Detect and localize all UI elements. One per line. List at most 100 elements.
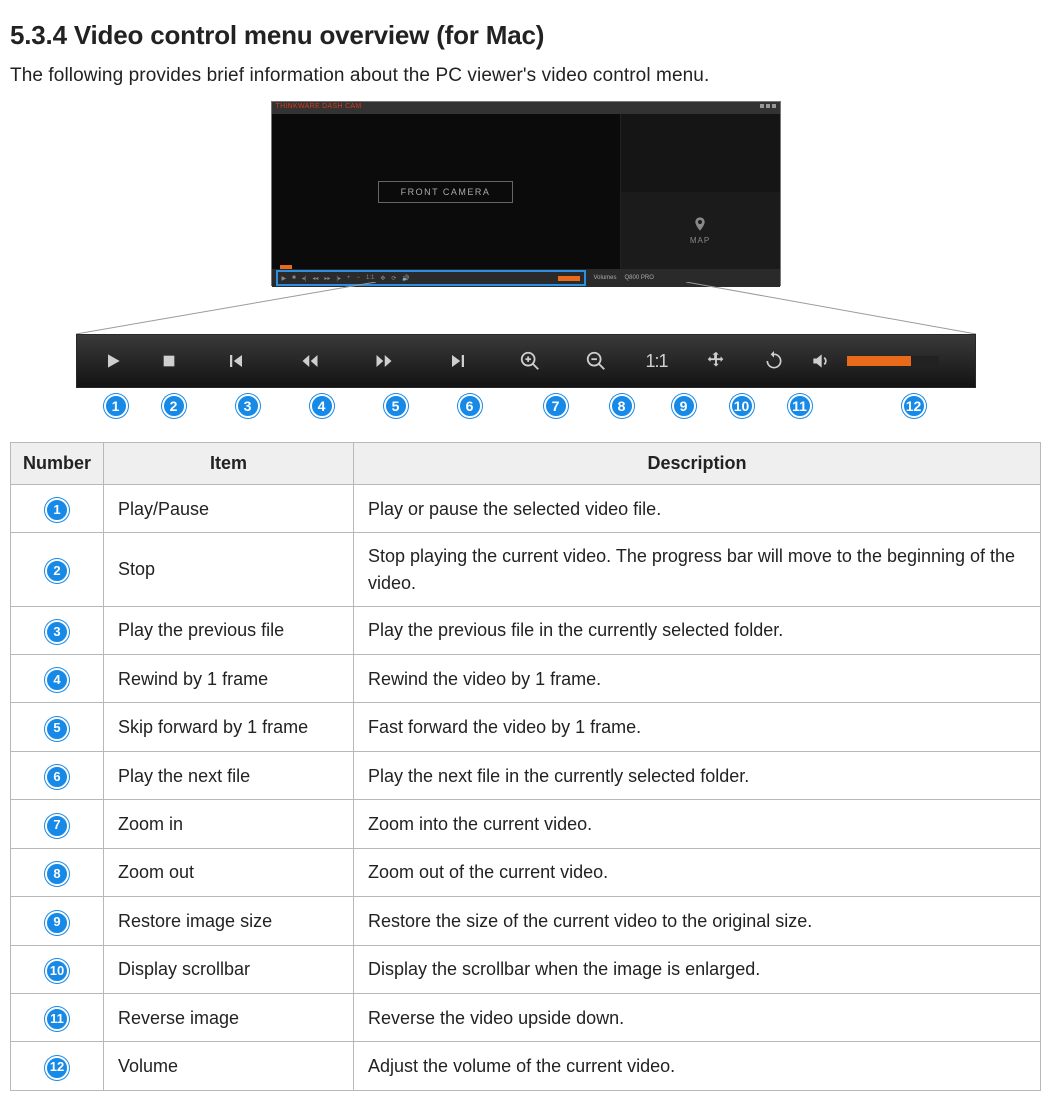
row-number: 4 xyxy=(11,655,104,703)
table-row: 7 Zoom inZoom into the current video. xyxy=(11,800,1041,848)
callout-badge: 10 xyxy=(730,394,754,418)
row-number: 3 xyxy=(11,606,104,654)
window-controls xyxy=(758,103,776,113)
row-item: Play the next file xyxy=(104,751,354,799)
row-description: Stop playing the current video. The prog… xyxy=(354,533,1041,606)
row-item: Rewind by 1 frame xyxy=(104,655,354,703)
map-label: MAP xyxy=(690,236,710,245)
table-row: 8 Zoom outZoom out of the current video. xyxy=(11,848,1041,896)
app-screenshot: THINKWARE DASH CAM FRONT CAMERA MAP ▶■◂|… xyxy=(271,101,781,286)
next-file-icon xyxy=(447,352,469,370)
number-badge: 4 xyxy=(45,668,69,692)
display-scrollbar-button[interactable] xyxy=(687,335,745,387)
callout-badge: 2 xyxy=(162,394,186,418)
number-badge: 8 xyxy=(45,862,69,886)
restore-size-button[interactable]: 1:1 xyxy=(627,335,687,387)
row-item: Volume xyxy=(104,1042,354,1090)
zoom-in-icon xyxy=(519,350,541,372)
row-description: Restore the size of the current video to… xyxy=(354,897,1041,945)
number-badge: 9 xyxy=(45,911,69,935)
number-badge: 2 xyxy=(45,559,69,583)
number-badge: 11 xyxy=(45,1007,69,1031)
play-pause-button[interactable] xyxy=(87,335,139,387)
row-description: Reverse the video upside down. xyxy=(354,993,1041,1041)
row-item: Zoom out xyxy=(104,848,354,896)
table-row: 6Play the next filePlay the next file in… xyxy=(11,751,1041,799)
row-description: Rewind the video by 1 frame. xyxy=(354,655,1041,703)
map-pin-icon xyxy=(692,216,708,232)
section-heading: 5.3.4 Video control menu overview (for M… xyxy=(10,20,1041,51)
fast-forward-icon xyxy=(372,352,396,370)
rewind-icon xyxy=(298,352,322,370)
speaker-icon xyxy=(810,351,830,371)
number-badge: 7 xyxy=(45,814,69,838)
row-item: Zoom in xyxy=(104,800,354,848)
col-item: Item xyxy=(104,443,354,485)
number-badge: 5 xyxy=(45,717,69,741)
device-label: Q800 PRO xyxy=(625,275,654,281)
callout-badge: 12 xyxy=(902,394,926,418)
row-item: Display scrollbar xyxy=(104,945,354,993)
table-row: 11Reverse imageReverse the video upside … xyxy=(11,993,1041,1041)
row-number: 6 xyxy=(11,751,104,799)
stop-button[interactable] xyxy=(139,335,199,387)
callout-badge: 1 xyxy=(104,394,128,418)
ratio-label: 1:1 xyxy=(645,351,667,372)
row-description: Play the next file in the currently sele… xyxy=(354,751,1041,799)
table-row: 2StopStop playing the current video. The… xyxy=(11,533,1041,606)
callout-badge: 4 xyxy=(310,394,334,418)
table-row: 1Play/PausePlay or pause the selected vi… xyxy=(11,485,1041,533)
intro-text: The following provides brief information… xyxy=(10,65,1041,87)
reverse-image-button[interactable] xyxy=(745,335,803,387)
next-file-button[interactable] xyxy=(421,335,495,387)
col-number: Number xyxy=(11,443,104,485)
table-row: 12VolumeAdjust the volume of the current… xyxy=(11,1042,1041,1090)
stop-icon xyxy=(161,353,177,369)
number-badge: 3 xyxy=(45,620,69,644)
row-item: Skip forward by 1 frame xyxy=(104,703,354,751)
row-description: Play or pause the selected video file. xyxy=(354,485,1041,533)
callout-badge: 3 xyxy=(236,394,260,418)
number-badge: 10 xyxy=(45,959,69,983)
callout-badge: 7 xyxy=(544,394,568,418)
callout-badge: 5 xyxy=(384,394,408,418)
forward-frame-button[interactable] xyxy=(347,335,421,387)
row-description: Zoom into the current video. xyxy=(354,800,1041,848)
rewind-frame-button[interactable] xyxy=(273,335,347,387)
col-description: Description xyxy=(354,443,1041,485)
callout-badge: 6 xyxy=(458,394,482,418)
callout-badge: 8 xyxy=(610,394,634,418)
move-arrows-icon xyxy=(705,350,727,372)
main-video-panel: FRONT CAMERA xyxy=(272,114,620,269)
app-brand: THINKWARE DASH CAM xyxy=(276,103,362,113)
row-number: 7 xyxy=(11,800,104,848)
front-camera-label: FRONT CAMERA xyxy=(378,181,514,203)
callout-badge: 11 xyxy=(788,394,812,418)
row-number: 8 xyxy=(11,848,104,896)
prev-file-button[interactable] xyxy=(199,335,273,387)
zoom-out-button[interactable] xyxy=(565,335,627,387)
row-number: 5 xyxy=(11,703,104,751)
description-table: Number Item Description 1Play/PausePlay … xyxy=(10,442,1041,1091)
row-number: 1 xyxy=(11,485,104,533)
row-number: 10 xyxy=(11,945,104,993)
row-number: 9 xyxy=(11,897,104,945)
zoom-out-icon xyxy=(585,350,607,372)
progress-marker xyxy=(280,265,292,269)
reverse-icon xyxy=(764,351,784,371)
table-row: 9Restore image sizeRestore the size of t… xyxy=(11,897,1041,945)
rear-video-panel xyxy=(621,114,780,192)
table-row: 10Display scrollbarDisplay the scrollbar… xyxy=(11,945,1041,993)
volume-slider[interactable] xyxy=(847,356,939,366)
row-description: Zoom out of the current video. xyxy=(354,848,1041,896)
callout-badge: 9 xyxy=(672,394,696,418)
callout-badges: 123456789101112 xyxy=(76,394,976,420)
number-badge: 1 xyxy=(45,498,69,522)
table-row: 4 Rewind by 1 frameRewind the video by 1 … xyxy=(11,655,1041,703)
play-icon xyxy=(103,351,123,371)
figure: THINKWARE DASH CAM FRONT CAMERA MAP ▶■◂|… xyxy=(10,101,1041,420)
zoom-in-button[interactable] xyxy=(495,335,565,387)
number-badge: 12 xyxy=(45,1056,69,1080)
volume-button[interactable] xyxy=(803,335,837,387)
volumes-label: Volumes xyxy=(594,275,617,281)
